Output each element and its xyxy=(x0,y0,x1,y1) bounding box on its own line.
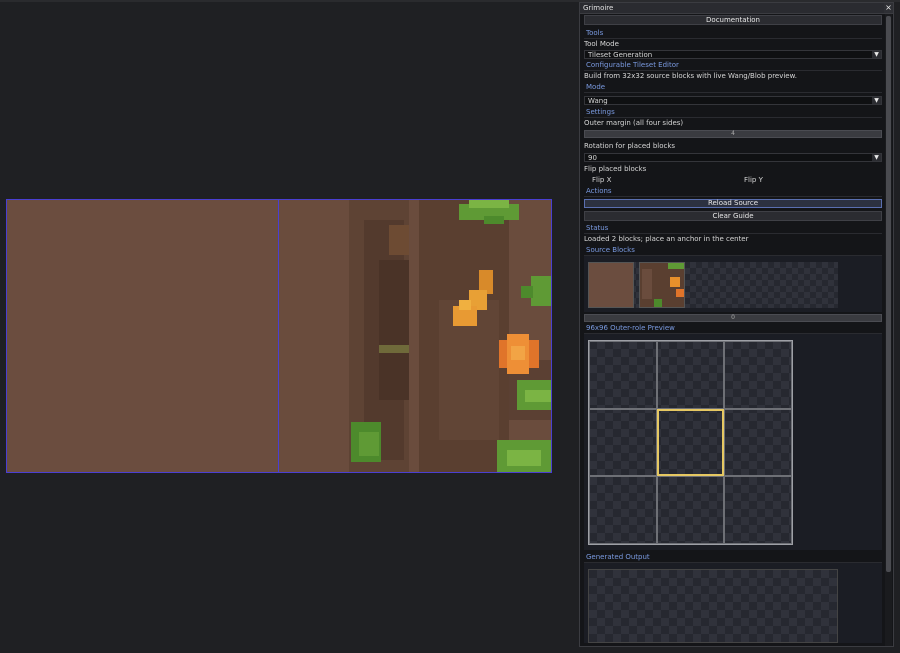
preview-cell[interactable] xyxy=(724,341,792,409)
tool-mode-select[interactable]: Tileset Generation ▼ xyxy=(584,50,882,59)
panel-content: Documentation Tools Tool Mode Tileset Ge… xyxy=(584,14,882,643)
preview-cell[interactable] xyxy=(589,341,657,409)
mode-value: Wang xyxy=(588,97,608,105)
tool-mode-label: Tool Mode xyxy=(584,40,619,48)
generated-output-grid[interactable] xyxy=(588,569,838,643)
chevron-down-icon[interactable]: ▼ xyxy=(872,51,881,58)
outer-role-preview-grid[interactable] xyxy=(588,340,793,545)
close-icon[interactable]: × xyxy=(884,3,893,13)
tools-section-header[interactable]: Tools xyxy=(584,28,882,39)
preview-cell[interactable] xyxy=(656,476,725,544)
flip-x-checkbox[interactable]: Flip X xyxy=(592,175,611,186)
flip-label: Flip placed blocks xyxy=(584,165,647,173)
settings-section-header[interactable]: Settings xyxy=(584,107,882,118)
mode-select[interactable]: Wang ▼ xyxy=(584,96,882,105)
preview-cell-center-anchor[interactable] xyxy=(656,408,725,477)
source-blocks-area xyxy=(584,256,882,312)
source-blocks-slider[interactable]: 0 xyxy=(584,314,882,322)
preview-cell[interactable] xyxy=(589,476,657,544)
clear-guide-button[interactable]: Clear Guide xyxy=(584,211,882,221)
status-section-header[interactable]: Status xyxy=(584,223,882,234)
rotation-select[interactable]: 90 ▼ xyxy=(584,153,882,162)
panel-scrollbar[interactable] xyxy=(885,14,892,646)
actions-section-header[interactable]: Actions xyxy=(584,186,882,197)
panel-titlebar[interactable]: Grimoire × xyxy=(580,3,893,14)
preview-cell[interactable] xyxy=(724,476,792,544)
preview-cell[interactable] xyxy=(656,341,725,409)
plain-dirt-tile[interactable] xyxy=(7,200,279,472)
editor-description: Build from 32x32 source blocks with live… xyxy=(584,72,797,80)
grimoire-panel: Grimoire × Documentation Tools Tool Mode… xyxy=(579,2,894,647)
flip-y-checkbox[interactable]: Flip Y xyxy=(744,175,763,186)
source-blocks-strip[interactable] xyxy=(588,262,838,308)
tile-canvas[interactable] xyxy=(6,199,552,473)
source-block-textured[interactable] xyxy=(639,262,685,308)
preview-cell[interactable] xyxy=(724,408,792,477)
preview-cell[interactable] xyxy=(589,408,657,477)
chevron-down-icon[interactable]: ▼ xyxy=(872,97,881,104)
chevron-down-icon[interactable]: ▼ xyxy=(872,154,881,161)
reload-source-button[interactable]: Reload Source xyxy=(584,199,882,208)
output-section-header[interactable]: Generated Output xyxy=(584,552,882,563)
outer-margin-slider[interactable]: 4 xyxy=(584,130,882,138)
flip-options: Flip X Flip Y xyxy=(584,175,882,186)
documentation-button[interactable]: Documentation xyxy=(584,15,882,25)
generated-output-area xyxy=(584,563,882,643)
panel-title: Grimoire xyxy=(583,4,614,12)
rotation-value: 90 xyxy=(588,154,597,162)
rotation-label: Rotation for placed blocks xyxy=(584,142,676,150)
textured-dirt-tile[interactable] xyxy=(279,200,551,472)
mode-section-header[interactable]: Mode xyxy=(584,82,882,93)
source-blocks-header[interactable]: Source Blocks xyxy=(584,245,882,256)
status-text: Loaded 2 blocks; place an anchor in the … xyxy=(584,235,749,243)
scrollbar-thumb[interactable] xyxy=(886,16,891,572)
outer-margin-label: Outer margin (all four sides) xyxy=(584,119,684,127)
preview-section-header[interactable]: 96x96 Outer-role Preview xyxy=(584,323,882,334)
tool-mode-value: Tileset Generation xyxy=(588,51,653,59)
editor-section-header[interactable]: Configurable Tileset Editor xyxy=(584,60,882,71)
source-block-plain[interactable] xyxy=(588,262,634,308)
preview-area xyxy=(584,334,882,550)
